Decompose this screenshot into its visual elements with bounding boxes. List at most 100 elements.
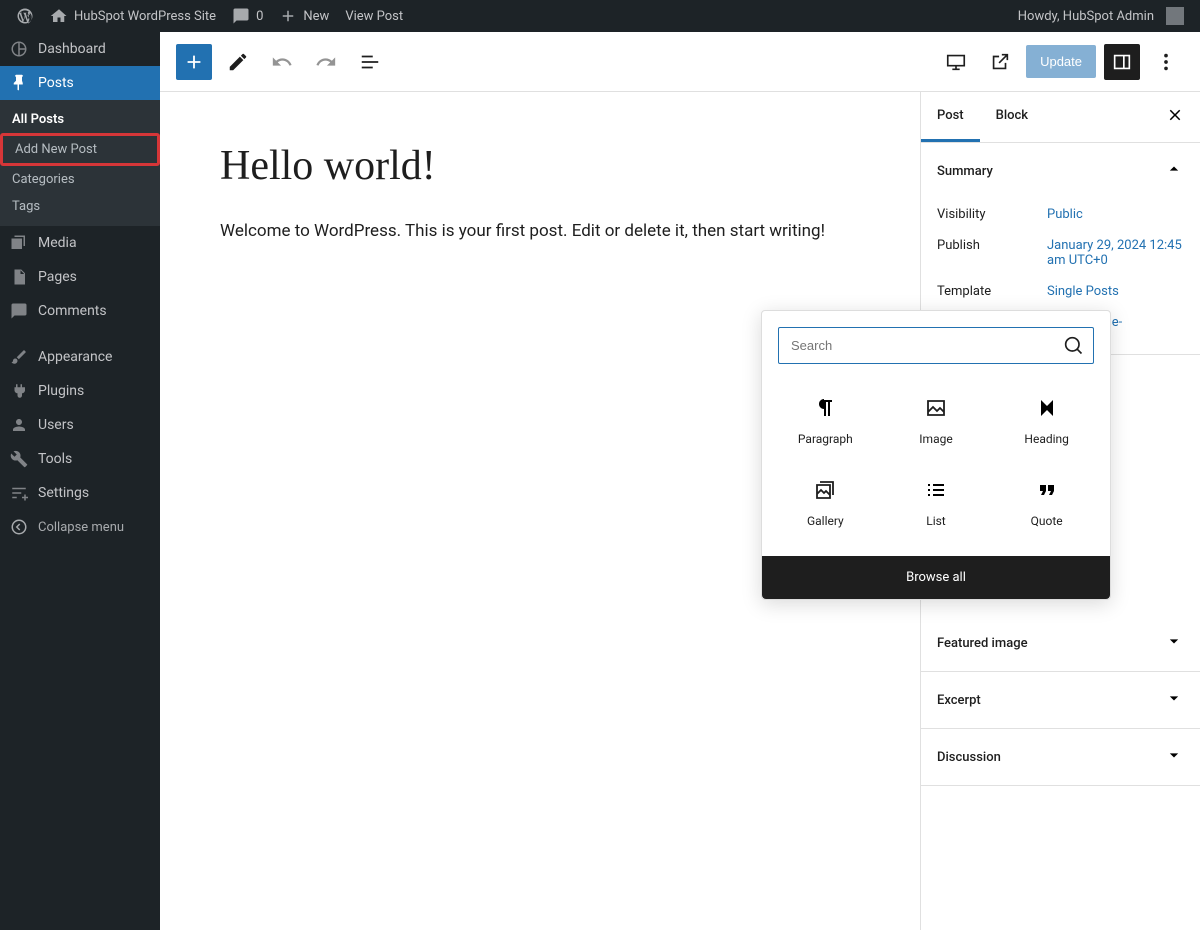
view-post-label: View Post [345, 9, 403, 24]
list-view-icon [359, 51, 381, 73]
undo-icon [271, 51, 293, 73]
menu-tools[interactable]: Tools [0, 442, 160, 476]
site-name-link[interactable]: HubSpot WordPress Site [42, 0, 224, 32]
comments-link[interactable]: 0 [224, 0, 271, 32]
preview-button[interactable] [982, 44, 1018, 80]
plus-icon [279, 7, 297, 25]
image-icon [924, 396, 948, 420]
tab-block[interactable]: Block [980, 92, 1044, 142]
chevron-down-icon [1164, 631, 1184, 651]
comment-icon [10, 302, 28, 320]
block-inserter-popover: Paragraph Image Heading Gallery List Quo… [761, 310, 1111, 600]
submenu-categories[interactable]: Categories [0, 166, 160, 193]
more-vertical-icon [1155, 51, 1177, 73]
dashboard-icon [10, 40, 28, 58]
update-button[interactable]: Update [1026, 45, 1096, 78]
settings-sidebar-button[interactable] [1104, 44, 1140, 80]
menu-settings[interactable]: Settings [0, 476, 160, 510]
gallery-icon [813, 478, 837, 502]
admin-bar: HubSpot WordPress Site 0 New View Post H… [0, 0, 1200, 32]
admin-sidebar: Dashboard Posts All Posts Add New Post C… [0, 32, 160, 930]
user-icon [10, 416, 28, 434]
menu-plugins[interactable]: Plugins [0, 374, 160, 408]
submenu-all-posts[interactable]: All Posts [0, 106, 160, 133]
publish-label: Publish [937, 238, 1047, 253]
plug-icon [10, 382, 28, 400]
document-overview-button[interactable] [352, 44, 388, 80]
block-quote[interactable]: Quote [991, 462, 1102, 544]
close-icon [1166, 106, 1184, 124]
editor-header: Update [160, 32, 1200, 92]
chevron-up-icon [1164, 159, 1184, 179]
wp-logo[interactable] [8, 0, 42, 32]
menu-pages[interactable]: Pages [0, 260, 160, 294]
featured-image-section[interactable]: Featured image [921, 615, 1200, 671]
block-list[interactable]: List [881, 462, 992, 544]
quote-icon [1035, 478, 1059, 502]
menu-media[interactable]: Media [0, 226, 160, 260]
submenu-tags[interactable]: Tags [0, 193, 160, 220]
visibility-label: Visibility [937, 207, 1047, 222]
search-icon [1064, 336, 1084, 356]
publish-value[interactable]: January 29, 2024 12:45 am UTC+0 [1047, 238, 1184, 268]
wrench-icon [10, 450, 28, 468]
chevron-down-icon [1164, 745, 1184, 765]
options-button[interactable] [1148, 44, 1184, 80]
wordpress-icon [16, 7, 34, 25]
heading-icon [1035, 396, 1059, 420]
collapse-icon [10, 518, 28, 536]
close-panel-button[interactable] [1150, 94, 1200, 140]
tab-post[interactable]: Post [921, 92, 980, 142]
block-paragraph[interactable]: Paragraph [770, 380, 881, 462]
paragraph-icon [813, 396, 837, 420]
new-link[interactable]: New [271, 0, 337, 32]
post-content[interactable]: Welcome to WordPress. This is your first… [220, 218, 860, 245]
tools-button[interactable] [220, 44, 256, 80]
sidebar-icon [1111, 51, 1133, 73]
menu-users[interactable]: Users [0, 408, 160, 442]
menu-posts[interactable]: Posts [0, 66, 160, 100]
undo-button[interactable] [264, 44, 300, 80]
browse-all-button[interactable]: Browse all [762, 556, 1110, 599]
post-title[interactable]: Hello world! [220, 142, 860, 190]
comment-icon [232, 7, 250, 25]
media-icon [10, 234, 28, 252]
howdy-link[interactable]: Howdy, HubSpot Admin [1010, 0, 1192, 32]
summary-section-header[interactable]: Summary [921, 143, 1200, 199]
redo-button[interactable] [308, 44, 344, 80]
block-search-input[interactable] [778, 327, 1094, 364]
new-label: New [303, 9, 329, 24]
template-value[interactable]: Single Posts [1047, 284, 1184, 299]
submenu-add-new-post[interactable]: Add New Post [0, 133, 160, 166]
comments-count: 0 [256, 9, 263, 24]
menu-dashboard[interactable]: Dashboard [0, 32, 160, 66]
block-inserter-button[interactable] [176, 44, 212, 80]
brush-icon [10, 348, 28, 366]
desktop-icon [945, 51, 967, 73]
chevron-down-icon [1164, 688, 1184, 708]
external-icon [989, 51, 1011, 73]
redo-icon [315, 51, 337, 73]
excerpt-section[interactable]: Excerpt [921, 672, 1200, 728]
plus-icon [183, 51, 205, 73]
discussion-section[interactable]: Discussion [921, 729, 1200, 785]
view-post-link[interactable]: View Post [337, 0, 411, 32]
list-icon [924, 478, 948, 502]
avatar [1166, 7, 1184, 25]
template-label: Template [937, 284, 1047, 299]
home-icon [50, 7, 68, 25]
site-name: HubSpot WordPress Site [74, 9, 216, 24]
block-gallery[interactable]: Gallery [770, 462, 881, 544]
page-icon [10, 268, 28, 286]
howdy-text: Howdy, HubSpot Admin [1018, 9, 1154, 24]
pin-icon [10, 74, 28, 92]
block-heading[interactable]: Heading [991, 380, 1102, 462]
edit-icon [227, 51, 249, 73]
collapse-menu[interactable]: Collapse menu [0, 510, 160, 544]
posts-submenu: All Posts Add New Post Categories Tags [0, 100, 160, 226]
menu-appearance[interactable]: Appearance [0, 340, 160, 374]
block-image[interactable]: Image [881, 380, 992, 462]
visibility-value[interactable]: Public [1047, 207, 1184, 222]
view-button[interactable] [938, 44, 974, 80]
menu-comments[interactable]: Comments [0, 294, 160, 328]
